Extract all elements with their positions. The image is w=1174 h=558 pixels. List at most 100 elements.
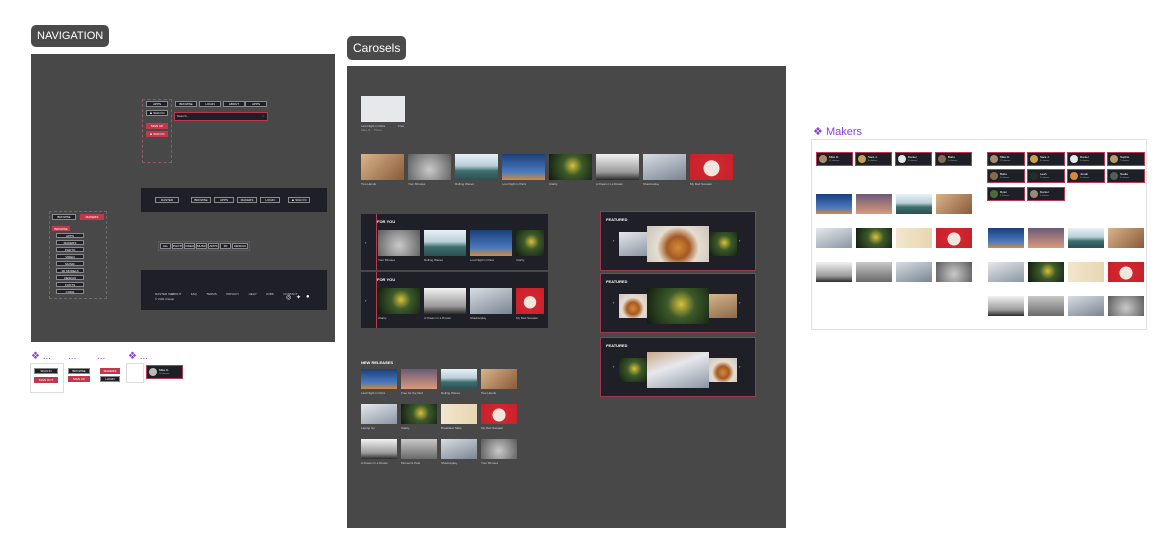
chevron-left-icon[interactable]: ‹ [613,238,614,243]
strip-thumb[interactable] [596,154,639,180]
maker-card[interactable]: Nadia 6 releases [1107,169,1145,183]
strip-thumb[interactable] [361,154,404,180]
maker-grid-thumb[interactable] [988,228,1024,248]
maker-grid-thumb[interactable] [988,296,1024,316]
strip-thumb[interactable] [549,154,592,180]
sidebar-item-video[interactable]: VIDEO [56,254,84,259]
maker-grid-thumb[interactable] [1108,228,1144,248]
maker-grid-thumb[interactable] [1068,262,1104,282]
chip-video[interactable]: VIDEO [184,243,195,249]
carousel-thumb[interactable] [516,288,544,314]
maker-grid-thumb[interactable] [1068,296,1104,316]
maker-grid-thumb[interactable] [1068,228,1104,248]
strip-thumb[interactable] [643,154,686,180]
strip-thumb[interactable] [455,154,498,180]
variant-button[interactable]: SIGN IN [34,368,58,374]
sidebar-item-makers[interactable]: MAKERS [56,240,84,245]
featured-side-thumb[interactable] [709,358,737,382]
maker-grid-thumb[interactable] [816,262,852,282]
featured-side-thumb[interactable] [619,358,647,382]
maker-card[interactable]: Daniel 5 releases [895,152,932,166]
sidebar-tab-browse[interactable]: BROWSE [52,214,76,220]
release-thumb[interactable] [361,404,397,424]
maker-grid-thumb[interactable] [856,228,892,248]
single-card-image[interactable] [361,96,405,122]
menu-about-button[interactable]: ABOUT [223,101,245,107]
footer-link[interactable]: FAQ [191,292,197,296]
makers-frame-label[interactable]: ❖ Makers [813,125,862,138]
chevron-right-icon[interactable]: › [739,364,740,369]
sidebar-item-3d[interactable]: 3D MODELS [56,268,84,273]
maker-grid-thumb[interactable] [816,228,852,248]
maker-card[interactable]: Daniel 5 releases [1067,152,1105,166]
sidebar-item-photo[interactable]: PHOTO [56,247,84,252]
maker-grid-thumb[interactable] [936,228,972,248]
release-thumb[interactable] [441,439,477,459]
header-sign-in-button[interactable]: ♟ SIGN IN [288,197,310,203]
sidebar-item-browse[interactable]: BROWSE [52,226,70,231]
menu-apps-button[interactable]: APPS [146,101,168,107]
chevron-left-icon[interactable]: ‹ [365,240,366,245]
maker-grid-thumb[interactable] [936,262,972,282]
maker-card[interactable]: Mike D. 12 releases [816,152,853,166]
carousel-thumb[interactable] [470,230,512,256]
featured-main-thumb[interactable] [647,226,709,262]
footer-link[interactable]: HELP [249,292,257,296]
footer-link[interactable]: PRIVACY [226,292,239,296]
footer-link[interactable]: TERMS [206,292,217,296]
carousel-thumb[interactable] [424,230,466,256]
carousel-thumb[interactable] [378,288,420,314]
sidebar-item-fonts[interactable]: FONTS [56,282,84,287]
maker-grid-thumb[interactable] [1108,296,1144,316]
maker-grid-thumb[interactable] [1028,228,1064,248]
featured-main-thumb[interactable] [647,288,709,324]
maker-grid-thumb[interactable] [896,262,932,282]
instagram-icon[interactable]: ◎ [286,294,291,301]
strip-thumb[interactable] [690,154,733,180]
chip-3d[interactable]: 3D [220,243,231,249]
chevron-left-icon[interactable]: ‹ [613,364,614,369]
chip-apps[interactable]: APPS [208,243,219,249]
variant-button-red[interactable]: SIGN UP [68,376,90,382]
header-logo[interactable]: RASTER [155,197,179,203]
maker-grid-thumb[interactable] [816,194,852,214]
sidebar-tab-makers[interactable]: MAKERS [80,214,104,220]
sign-in-button[interactable]: ♟ SIGN IN [146,110,168,116]
release-thumb[interactable] [401,369,437,389]
header-login[interactable]: LOGIN [260,197,280,203]
menu-extra-button[interactable]: APPS [245,101,267,107]
chip-all[interactable]: ALL [160,243,171,249]
release-thumb[interactable] [481,404,517,424]
maker-grid-thumb[interactable] [936,194,972,214]
release-thumb[interactable] [361,439,397,459]
release-thumb[interactable] [361,369,397,389]
menu-browse-button[interactable]: BROWSE [175,101,197,107]
featured-side-thumb[interactable] [619,294,647,318]
sign-up-button[interactable]: SIGN UP [146,123,168,129]
header-apps[interactable]: APPS [214,197,234,203]
featured-side-thumb[interactable] [709,294,737,318]
header-browse[interactable]: BROWSE [191,197,211,203]
maker-grid-thumb[interactable] [896,228,932,248]
release-thumb[interactable] [441,369,477,389]
chevron-right-icon[interactable]: › [739,300,740,305]
featured-side-thumb[interactable] [709,232,737,256]
carousel-thumb[interactable] [470,288,512,314]
chip-design[interactable]: DESIGN [232,243,248,249]
maker-grid-thumb[interactable] [856,194,892,214]
strip-thumb[interactable] [408,154,451,180]
sidebar-item-apps[interactable]: APPS [56,233,84,238]
featured-side-thumb[interactable] [619,232,647,256]
variant-button-red[interactable]: MAKERS [100,368,120,374]
featured-main-thumb[interactable] [647,352,709,388]
maker-grid-thumb[interactable] [856,262,892,282]
maker-card[interactable]: Sara J. 8 releases [855,152,892,166]
maker-card[interactable]: Sophie 7 releases [1107,152,1145,166]
maker-grid-thumb[interactable] [1108,262,1144,282]
maker-card[interactable]: Sara J. 8 releases [1027,152,1065,166]
maker-grid-thumb[interactable] [896,194,932,214]
maker-card[interactable]: Babs 3 releases [987,169,1025,183]
chip-photo[interactable]: PHOTO [172,243,183,249]
menu-login-button[interactable]: LOGIN [199,101,221,107]
sidebar-item-code[interactable]: CODE [56,289,84,294]
